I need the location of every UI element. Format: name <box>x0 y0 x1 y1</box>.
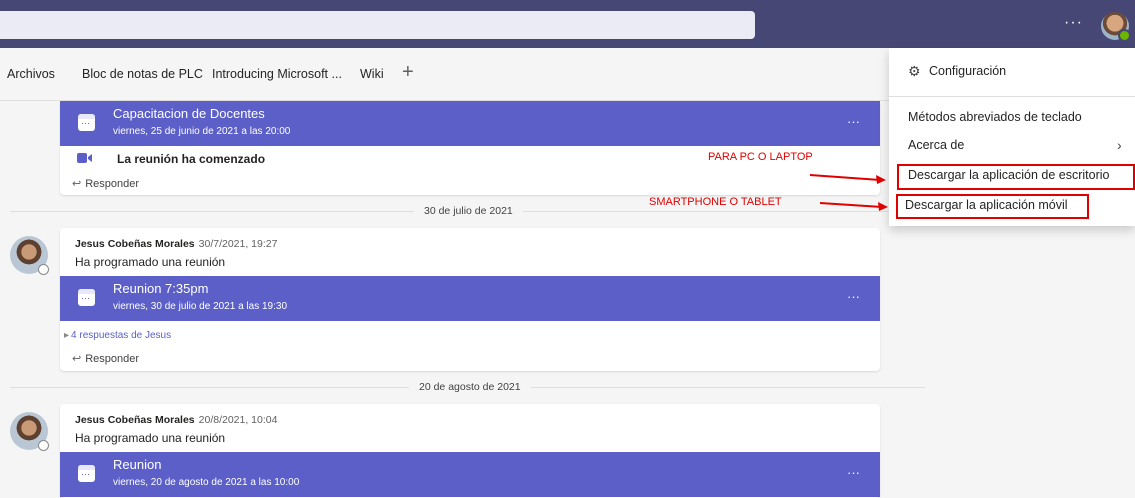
add-tab-button[interactable]: + <box>402 61 414 84</box>
video-camera-icon <box>77 153 92 163</box>
highlight-box-desktop <box>897 164 1135 190</box>
sender-avatar[interactable] <box>10 412 49 451</box>
meeting-datetime: viernes, 20 de agosto de 2021 a las 10:0… <box>113 477 300 488</box>
more-options-button[interactable]: ··· <box>1064 14 1083 32</box>
presence-offline-icon <box>38 264 49 275</box>
reply-arrow-icon: ↩ <box>72 178 82 190</box>
calendar-icon <box>78 289 95 306</box>
reply-arrow-icon: ↩ <box>72 353 82 365</box>
meeting-title: Reunion 7:35pm <box>113 281 209 296</box>
menu-item-settings[interactable]: Configuración <box>929 64 1006 78</box>
meeting-banner[interactable]: Reunion viernes, 20 de agosto de 2021 a … <box>60 452 880 497</box>
date-label: 20 de agosto de 2021 <box>409 381 531 393</box>
meeting-options-button[interactable]: ··· <box>847 114 860 129</box>
reply-label: Responder <box>85 178 140 190</box>
message-header: Jesus Cobeñas Morales 30/7/2021, 19:27 <box>75 238 277 250</box>
menu-item-about[interactable]: Acerca de <box>908 138 964 152</box>
channel-tabs: Archivos Bloc de notas de PLC Introducin… <box>0 48 895 101</box>
chevron-right-icon: › <box>1117 137 1122 153</box>
calendar-icon <box>78 114 95 131</box>
meeting-options-button[interactable]: ··· <box>847 465 860 480</box>
meeting-banner[interactable]: Reunion 7:35pm viernes, 30 de julio de 2… <box>60 276 880 321</box>
reply-label: Responder <box>85 353 140 365</box>
message-card: Jesus Cobeñas Morales 30/7/2021, 19:27 Ha… <box>60 228 880 371</box>
presence-offline-icon <box>38 440 49 451</box>
replies-link[interactable]: ▸ 4 respuestas de Jesus <box>64 330 171 341</box>
tab-wiki[interactable]: Wiki <box>360 67 384 81</box>
message-timestamp: 30/7/2021, 19:27 <box>198 238 278 250</box>
message-text: Ha programado una reunión <box>75 255 226 269</box>
annotation-mobile-note: SMARTPHONE O TABLET <box>649 196 782 208</box>
reply-button[interactable]: ↩ Responder <box>72 352 139 365</box>
meeting-options-button[interactable]: ··· <box>847 289 860 304</box>
meeting-datetime: viernes, 25 de junio de 2021 a las 20:00 <box>113 126 291 137</box>
presence-available-icon <box>1118 29 1131 42</box>
sender-avatar[interactable] <box>10 236 49 275</box>
message-timestamp: 20/8/2021, 10:04 <box>198 414 278 426</box>
highlight-box-mobile <box>896 194 1089 219</box>
menu-divider <box>889 96 1135 97</box>
meeting-title: Capacitacion de Docentes <box>113 106 265 121</box>
annotation-arrow-desktop <box>809 174 886 184</box>
message-text: Ha programado una reunión <box>75 431 226 445</box>
message-header: Jesus Cobeñas Morales 20/8/2021, 10:04 <box>75 414 277 426</box>
expand-caret-icon: ▸ <box>64 330 70 341</box>
reply-button[interactable]: ↩ Responder <box>72 177 139 190</box>
sender-name[interactable]: Jesus Cobeñas Morales <box>75 238 195 250</box>
menu-item-shortcuts[interactable]: Métodos abreviados de teclado <box>908 110 1082 124</box>
meeting-datetime: viernes, 30 de julio de 2021 a las 19:30 <box>113 301 288 312</box>
annotation-pc-note: PARA PC O LAPTOP <box>708 151 813 163</box>
message-card: Jesus Cobeñas Morales 20/8/2021, 10:04 Ha… <box>60 404 880 498</box>
tab-introducing-microsoft[interactable]: Introducing Microsoft ... <box>212 67 342 81</box>
sender-name[interactable]: Jesus Cobeñas Morales <box>75 414 195 426</box>
tab-archivos[interactable]: Archivos <box>7 67 55 81</box>
meeting-banner[interactable]: Capacitacion de Docentes viernes, 25 de … <box>60 101 880 146</box>
tab-bloc-de-notas[interactable]: Bloc de notas de PLC <box>82 67 203 81</box>
replies-label: 4 respuestas de Jesus <box>71 330 172 341</box>
app-header: ··· <box>0 0 1135 48</box>
meeting-title: Reunion <box>113 457 162 472</box>
meeting-started-label: La reunión ha comenzado <box>117 152 266 166</box>
search-input[interactable] <box>0 11 755 39</box>
annotation-arrow-mobile <box>819 202 888 211</box>
profile-avatar[interactable] <box>1101 12 1131 42</box>
calendar-icon <box>78 465 95 482</box>
date-label: 30 de julio de 2021 <box>414 205 523 217</box>
gear-icon: ⚙ <box>908 63 921 79</box>
message-card: Capacitacion de Docentes viernes, 25 de … <box>60 101 880 195</box>
